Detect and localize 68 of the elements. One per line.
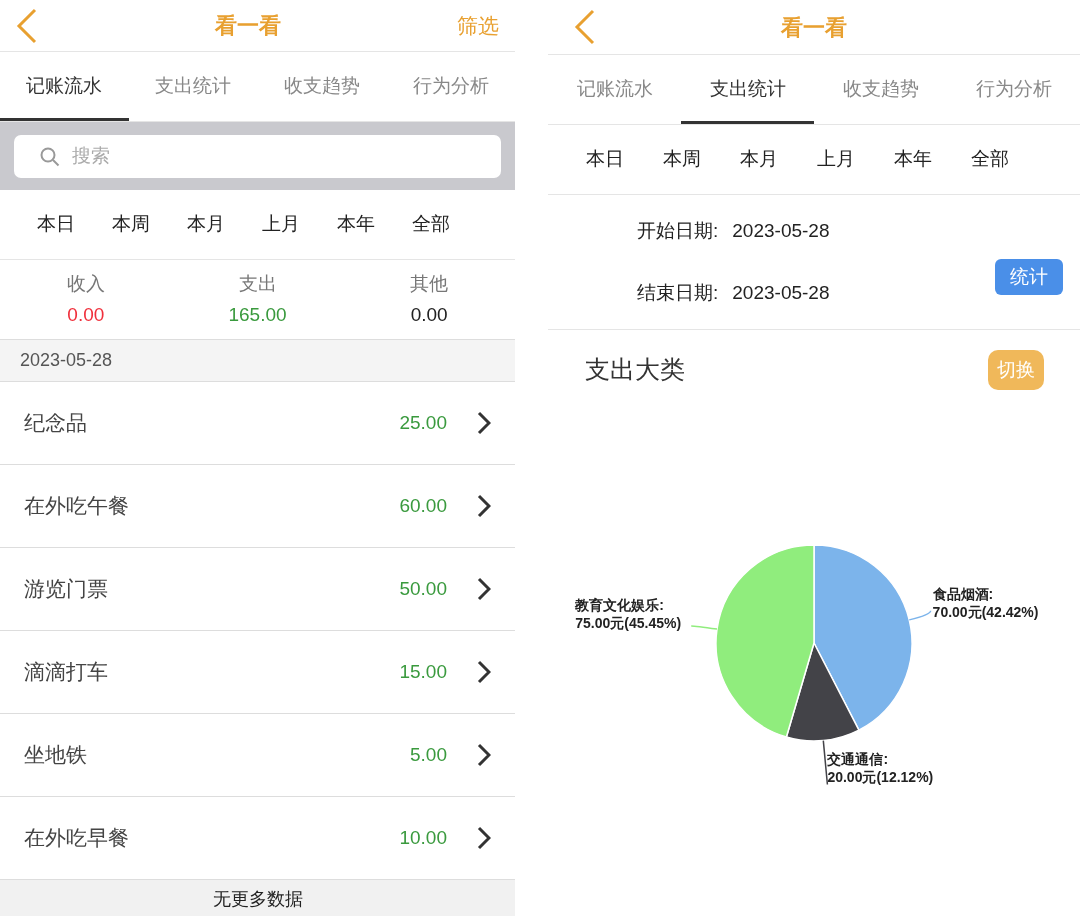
tab[interactable]: 收支趋势 xyxy=(814,55,947,124)
record-name: 游览门票 xyxy=(24,576,109,603)
search-icon xyxy=(40,146,60,167)
tab[interactable]: 行为分析 xyxy=(386,52,515,121)
record-amount: 25.00 xyxy=(399,410,447,435)
record-amount: 50.00 xyxy=(399,576,447,601)
slice-label: 交通通信: 20.00元(12.12%) xyxy=(827,751,934,786)
summary-label: 其他 xyxy=(410,272,449,296)
tab[interactable]: 行为分析 xyxy=(947,55,1080,124)
chevron-right-icon xyxy=(477,660,491,684)
record-name: 滴滴打车 xyxy=(24,659,109,686)
slice-label: 教育文化娱乐: 75.00元(45.45%) xyxy=(575,596,682,631)
period-option[interactable]: 本月 xyxy=(168,210,243,239)
period-option[interactable]: 本年 xyxy=(318,210,393,239)
back-icon[interactable] xyxy=(574,9,596,45)
period-option[interactable]: 上月 xyxy=(797,145,874,174)
period-option[interactable]: 本月 xyxy=(720,145,797,174)
record-name: 在外吃午餐 xyxy=(24,493,130,520)
section-title: 支出大类 xyxy=(585,354,685,386)
record-row[interactable]: 在外吃午餐 60.00 xyxy=(0,465,515,548)
search-field[interactable]: 搜索 xyxy=(14,134,501,178)
back-icon[interactable] xyxy=(16,7,38,44)
chevron-right-icon xyxy=(477,826,491,850)
page-title: 看一看 xyxy=(781,13,847,42)
record-name: 在外吃早餐 xyxy=(24,825,130,852)
summary-value: 165.00 xyxy=(228,302,287,327)
chevron-right-icon xyxy=(477,411,491,435)
record-name: 坐地铁 xyxy=(24,742,88,769)
tab[interactable]: 记账流水 xyxy=(0,52,129,121)
period-option[interactable]: 本日 xyxy=(18,210,93,239)
leader-line xyxy=(908,609,932,621)
tab[interactable]: 支出统计 xyxy=(128,52,258,121)
chevron-right-icon xyxy=(477,577,491,601)
tab[interactable]: 收支趋势 xyxy=(257,52,387,121)
record-row[interactable]: 坐地铁 5.00 xyxy=(0,714,515,797)
summary-label: 支出 xyxy=(238,272,277,296)
period-option[interactable]: 本日 xyxy=(566,145,643,174)
record-amount: 5.00 xyxy=(410,742,447,767)
tab[interactable]: 记账流水 xyxy=(548,55,681,124)
record-row[interactable]: 游览门票 50.00 xyxy=(0,548,515,631)
record-amount: 10.00 xyxy=(399,825,447,850)
record-amount: 60.00 xyxy=(399,493,447,518)
start-date-value[interactable]: 2023-05-28 xyxy=(732,217,830,246)
slice-label: 食品烟酒: 70.00元(42.42%) xyxy=(932,585,1039,620)
no-more-data-text: 无更多数据 xyxy=(212,888,303,911)
record-row[interactable]: 滴滴打车 15.00 xyxy=(0,631,515,714)
period-option[interactable]: 上月 xyxy=(243,210,318,239)
end-date-value[interactable]: 2023-05-28 xyxy=(732,278,830,307)
tab[interactable]: 支出统计 xyxy=(681,55,814,124)
period-option[interactable]: 全部 xyxy=(393,210,468,239)
period-option[interactable]: 本周 xyxy=(643,145,720,174)
page-title: 看一看 xyxy=(214,12,281,40)
period-option[interactable]: 本年 xyxy=(874,145,951,174)
chevron-right-icon xyxy=(477,743,491,767)
summary-value: 0.00 xyxy=(67,302,105,327)
record-amount: 15.00 xyxy=(399,659,447,684)
summary-value: 0.00 xyxy=(410,302,448,327)
date-header: 2023-05-28 xyxy=(0,340,515,382)
record-row[interactable]: 纪念品 25.00 xyxy=(0,382,515,465)
leader-line xyxy=(690,625,718,630)
end-date-label: 结束日期: xyxy=(637,280,719,305)
period-option[interactable]: 本周 xyxy=(93,210,168,239)
summary-label: 收入 xyxy=(66,272,105,296)
period-option[interactable]: 全部 xyxy=(951,145,1028,174)
leader-line xyxy=(822,739,829,786)
chevron-right-icon xyxy=(477,494,491,518)
start-date-label: 开始日期: xyxy=(637,219,719,243)
record-name: 纪念品 xyxy=(24,410,88,437)
